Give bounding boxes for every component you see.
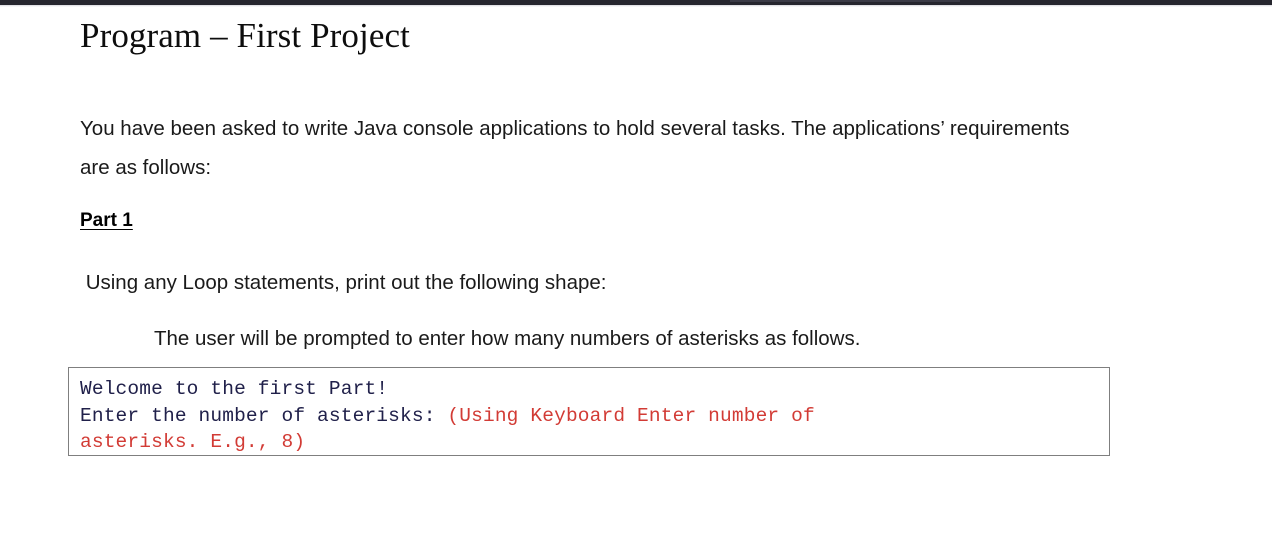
console-line-1: Welcome to the first Part! [80, 378, 389, 400]
prompt-instruction-text: The user will be prompted to enter how m… [154, 327, 861, 350]
console-output-box: Welcome to the first Part! Enter the num… [68, 367, 1110, 456]
console-line-2: Enter the number of asterisks: (Using Ke… [80, 403, 1109, 430]
intro-paragraph: You have been asked to write Java consol… [80, 117, 1070, 179]
loop-instruction-text: Using any Loop statements, print out the… [80, 271, 607, 294]
console-line-3-note: asterisks. E.g., 8) [80, 431, 306, 453]
console-line-2-note: (Using Keyboard Enter number of [447, 404, 815, 427]
page-title: Program – First Project [80, 16, 410, 55]
part-1-heading: Part 1 [80, 210, 133, 231]
document-page: Program – First Project You have been as… [0, 7, 1272, 541]
title-bar-tab-segment [730, 0, 960, 2]
console-line-2-prefix: Enter the number of asterisks: [80, 404, 448, 427]
